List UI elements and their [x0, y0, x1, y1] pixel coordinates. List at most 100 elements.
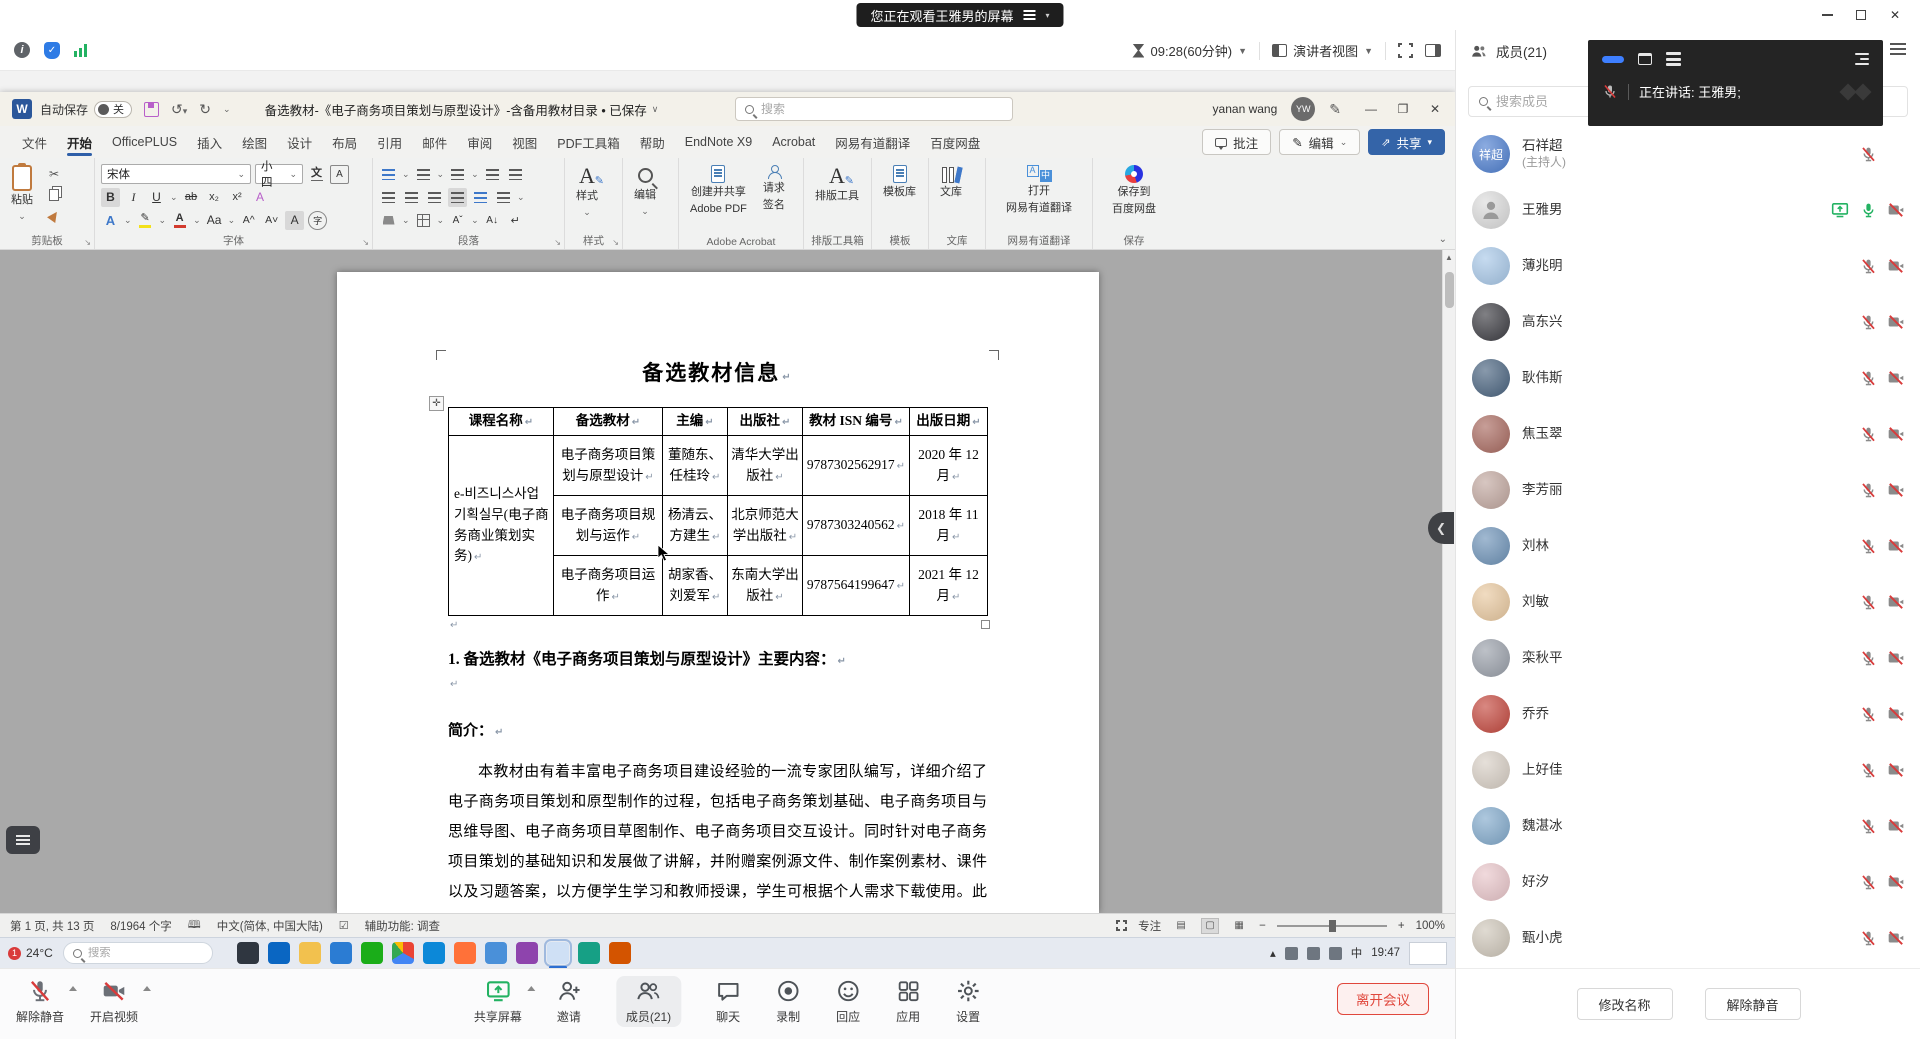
taskbar-app-icon[interactable] [299, 942, 321, 964]
overlay-window-icon[interactable] [1638, 53, 1652, 65]
leave-meeting-button[interactable]: 离开会议 [1337, 983, 1429, 1015]
apps-button[interactable]: 应用 [895, 978, 921, 1025]
layout-tool-button[interactable]: A✎ 排版工具 [810, 163, 864, 233]
paste-button[interactable]: 粘贴 ⌄ [6, 163, 38, 233]
read-mode-button[interactable]: ▤ [1172, 918, 1190, 934]
ribbon-tab[interactable]: 网易有道翻译 [825, 126, 920, 158]
word-search-box[interactable] [735, 97, 1013, 121]
pen-effects-icon[interactable]: ✎ [1329, 101, 1341, 118]
taskbar-search-box[interactable] [63, 942, 213, 964]
unmute-button[interactable]: 解除静音 [16, 978, 64, 1025]
styles-button[interactable]: A✎ 样式 ⌄ [571, 163, 603, 233]
ribbon-tab[interactable]: 绘图 [232, 126, 277, 158]
member-row[interactable]: 高东兴 [1456, 294, 1920, 350]
taskbar-search-input[interactable] [88, 947, 188, 959]
sort-button[interactable]: A↓ [483, 211, 502, 230]
settings-button[interactable]: 设置 [955, 978, 981, 1025]
character-shading-button[interactable]: A [285, 211, 304, 230]
font-color-button[interactable]: A [170, 211, 189, 230]
member-row[interactable]: 李芳丽 [1456, 462, 1920, 518]
scrollbar-thumb[interactable] [1445, 272, 1454, 308]
member-row[interactable]: 耿伟斯 [1456, 350, 1920, 406]
member-row[interactable]: 焦玉翠 [1456, 406, 1920, 462]
italic-button[interactable]: I [124, 188, 143, 207]
minimize-button[interactable] [1810, 2, 1844, 28]
security-shield-icon[interactable]: ✓ [44, 42, 60, 59]
superscript-button[interactable]: x² [228, 188, 247, 207]
change-case-button[interactable]: Aa [205, 211, 224, 230]
member-row[interactable]: 祥超 石祥超 (主持人) [1456, 126, 1920, 182]
web-layout-button[interactable]: ▦ [1230, 918, 1248, 934]
font-name-select[interactable]: 宋体⌄ [101, 164, 251, 184]
document-canvas[interactable]: ✛ 备选教材信息 课程名称 备选教材 主编 [0, 250, 1455, 913]
taskbar-app-icon[interactable] [237, 942, 259, 964]
shrink-font-button[interactable]: A˅ [262, 211, 281, 230]
side-panel-icon[interactable] [1425, 44, 1441, 57]
screen-watch-banner[interactable]: 您正在观看王雅男的屏幕 ▾ [856, 3, 1063, 27]
tray-icon[interactable] [1329, 947, 1342, 960]
zoom-in-button[interactable]: + [1398, 920, 1405, 932]
shading-button[interactable] [379, 211, 398, 230]
taskbar-app-icon[interactable] [578, 942, 600, 964]
ime-indicator[interactable]: 中 [1351, 945, 1363, 961]
ribbon-tab[interactable]: 文件 [12, 126, 57, 158]
word-minimize-button[interactable]: — [1355, 94, 1387, 124]
invite-button[interactable]: 邀请 [556, 978, 582, 1025]
text-effects-button[interactable]: A [101, 211, 120, 230]
editing-button[interactable]: 编辑 ⌄ [629, 163, 661, 233]
tray-expand-icon[interactable]: ▴ [1270, 946, 1276, 960]
rename-button[interactable]: 修改名称 [1577, 988, 1673, 1020]
align-center-button[interactable] [402, 188, 421, 207]
floating-annotation-toggle[interactable] [6, 826, 40, 854]
info-icon[interactable]: i [14, 42, 30, 58]
zoom-out-button[interactable]: − [1259, 920, 1266, 932]
overlay-minimize-icon[interactable] [1602, 56, 1624, 63]
ribbon-tab[interactable]: 邮件 [412, 126, 457, 158]
language-indicator[interactable]: 中文(简体, 中国大陆) [217, 918, 323, 934]
taskbar-app-icon[interactable] [547, 942, 569, 964]
editing-mode-button[interactable]: ✎ 编辑 ⌄ [1279, 129, 1360, 155]
ribbon-tab[interactable]: 百度网盘 [920, 126, 990, 158]
chat-button[interactable]: 聊天 [715, 978, 741, 1025]
table-move-handle[interactable]: ✛ [429, 396, 444, 411]
ribbon-tab[interactable]: PDF工具箱 [547, 126, 630, 158]
taskbar-app-icon[interactable] [268, 942, 290, 964]
focus-mode[interactable]: 专注 [1138, 918, 1161, 934]
undo-icon[interactable]: ↺▾ [171, 101, 187, 118]
account-avatar[interactable]: YW [1291, 97, 1315, 121]
member-row[interactable]: 薄兆明 [1456, 238, 1920, 294]
vertical-scrollbar[interactable]: ▲ [1442, 250, 1455, 913]
taskbar-app-icon[interactable] [485, 942, 507, 964]
tray-icon[interactable] [1307, 947, 1320, 960]
increase-indent-button[interactable] [506, 165, 525, 184]
character-border-button[interactable]: A [330, 165, 349, 184]
fullscreen-icon[interactable] [1398, 43, 1413, 58]
scroll-up-icon[interactable]: ▲ [1443, 250, 1455, 262]
ribbon-tab[interactable]: 设计 [277, 126, 322, 158]
phonetic-guide-button[interactable]: 文 [307, 165, 326, 184]
overlay-expand-icon[interactable] [1855, 53, 1869, 66]
asian-layout-button[interactable]: Aˇ [448, 211, 467, 230]
maximize-button[interactable] [1844, 2, 1878, 28]
member-row[interactable]: 栾秋平 [1456, 630, 1920, 686]
word-close-button[interactable]: ✕ [1419, 94, 1451, 124]
member-row[interactable]: 甄小虎 [1456, 910, 1920, 966]
member-list[interactable]: 祥超 石祥超 (主持人) [1456, 126, 1920, 968]
ribbon-tab[interactable]: 引用 [367, 126, 412, 158]
baidu-pan-button[interactable]: 保存到 百度网盘 [1107, 163, 1161, 233]
close-button[interactable]: ✕ [1878, 2, 1912, 28]
taskbar-app-icon[interactable] [609, 942, 631, 964]
panel-menu-icon[interactable] [1890, 43, 1906, 55]
multilevel-list-button[interactable] [448, 165, 467, 184]
share-screen-button[interactable]: 共享屏幕 [474, 978, 522, 1025]
align-left-button[interactable] [379, 188, 398, 207]
taskbar-app-icon[interactable] [330, 942, 352, 964]
zoom-slider[interactable] [1277, 925, 1387, 927]
taskbar-app-icon[interactable] [454, 942, 476, 964]
member-row[interactable]: 乔乔 [1456, 686, 1920, 742]
member-row[interactable]: 刘林 [1456, 518, 1920, 574]
distribute-button[interactable] [471, 188, 490, 207]
ribbon-tab[interactable]: 开始 [57, 126, 102, 158]
document-page[interactable]: ✛ 备选教材信息 课程名称 备选教材 主编 [337, 272, 1099, 913]
record-button[interactable]: 录制 [775, 978, 801, 1025]
